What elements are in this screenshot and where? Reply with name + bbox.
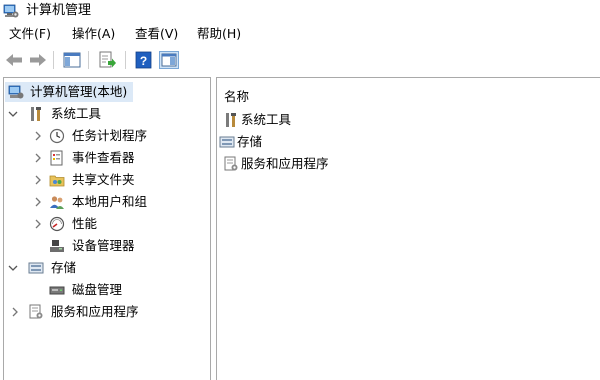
list-item-services-applications[interactable]: 服务和应用程序 — [223, 154, 363, 174]
toolbar-separator — [88, 51, 89, 69]
tree-node-label: 任务计划程序 — [72, 128, 148, 143]
menu-help[interactable]: 帮助(H) — [197, 26, 241, 42]
chevron-right-icon[interactable] — [33, 130, 43, 142]
chevron-right-icon[interactable] — [10, 306, 20, 318]
export-list-icon[interactable] — [97, 51, 117, 69]
menu-view[interactable]: 查看(V) — [135, 26, 178, 42]
chevron-right-icon[interactable] — [33, 196, 43, 208]
disk-management-icon — [49, 286, 65, 295]
device-manager-icon — [50, 240, 64, 252]
forward-arrow-icon[interactable] — [28, 51, 48, 69]
tree-node-label: 计算机管理(本地) — [30, 84, 128, 99]
help-icon[interactable]: ? — [134, 51, 154, 69]
tree-node-label: 事件查看器 — [72, 150, 135, 165]
computer-management-icon — [8, 85, 24, 99]
tree-node-services-applications[interactable]: 服务和应用程序 — [5, 302, 205, 322]
tree-node-label: 本地用户和组 — [72, 194, 148, 209]
chevron-down-icon[interactable] — [8, 108, 18, 120]
list-item-label: 服务和应用程序 — [241, 156, 329, 171]
toolbar-separator — [53, 51, 54, 69]
menu-bar: 文件(F) 操作(A) 查看(V) 帮助(H) — [0, 22, 600, 46]
list-item-storage[interactable]: 存储 — [219, 132, 339, 152]
tree-node-label: 共享文件夹 — [72, 172, 135, 187]
storage-icon — [28, 262, 44, 274]
event-viewer-icon — [50, 150, 63, 166]
list-item-label: 存储 — [237, 134, 263, 149]
services-applications-icon — [29, 304, 43, 319]
tree-node-label: 磁盘管理 — [72, 282, 123, 297]
chevron-right-icon[interactable] — [33, 218, 43, 230]
menu-action[interactable]: 操作(A) — [72, 26, 115, 42]
tree-node-shared-folders[interactable]: 共享文件夹 — [5, 170, 205, 190]
clock-icon — [49, 128, 65, 144]
system-tools-icon — [31, 107, 41, 121]
tree-node-disk-management[interactable]: 磁盘管理 — [5, 280, 205, 300]
tree-node-event-viewer[interactable]: 事件查看器 — [5, 148, 205, 168]
name-column-header[interactable]: 名称 — [224, 86, 249, 105]
toolbar: ? — [0, 46, 600, 74]
chevron-down-icon[interactable] — [8, 262, 18, 274]
menu-file[interactable]: 文件(F) — [9, 26, 51, 42]
tree-node-computer-management-local[interactable]: 计算机管理(本地) — [5, 82, 133, 102]
toolbar-separator — [125, 51, 126, 69]
tree-node-label: 性能 — [72, 216, 98, 231]
storage-icon — [219, 136, 235, 148]
show-hide-action-pane-icon[interactable] — [159, 51, 179, 69]
tree-node-label: 系统工具 — [51, 106, 102, 121]
tree-node-label: 存储 — [51, 260, 77, 275]
tree-node-label: 服务和应用程序 — [51, 304, 139, 319]
performance-icon — [49, 216, 65, 232]
list-item-label: 系统工具 — [241, 112, 292, 127]
chevron-right-icon[interactable] — [33, 152, 43, 164]
tree-node-local-users-groups[interactable]: 本地用户和组 — [5, 192, 205, 212]
title-bar: 计算机管理 — [0, 0, 600, 22]
tree-node-system-tools[interactable]: 系统工具 — [5, 104, 205, 124]
show-hide-console-tree-icon[interactable] — [62, 51, 82, 69]
system-tools-icon — [226, 113, 236, 127]
computer-management-icon — [3, 4, 19, 18]
chevron-right-icon[interactable] — [33, 174, 43, 186]
tree-node-storage[interactable]: 存储 — [5, 258, 205, 278]
services-applications-icon — [224, 156, 238, 171]
users-icon — [50, 196, 64, 209]
window-title: 计算机管理 — [26, 3, 92, 18]
tree-node-device-manager[interactable]: 设备管理器 — [5, 236, 205, 256]
tree-node-task-scheduler[interactable]: 任务计划程序 — [5, 126, 205, 146]
back-arrow-icon[interactable] — [4, 51, 24, 69]
tree-node-label: 设备管理器 — [72, 238, 135, 253]
list-item-system-tools[interactable]: 系统工具 — [223, 110, 343, 130]
svg-text:?: ? — [140, 54, 147, 68]
shared-folder-icon — [49, 175, 65, 187]
tree-node-performance[interactable]: 性能 — [5, 214, 205, 234]
